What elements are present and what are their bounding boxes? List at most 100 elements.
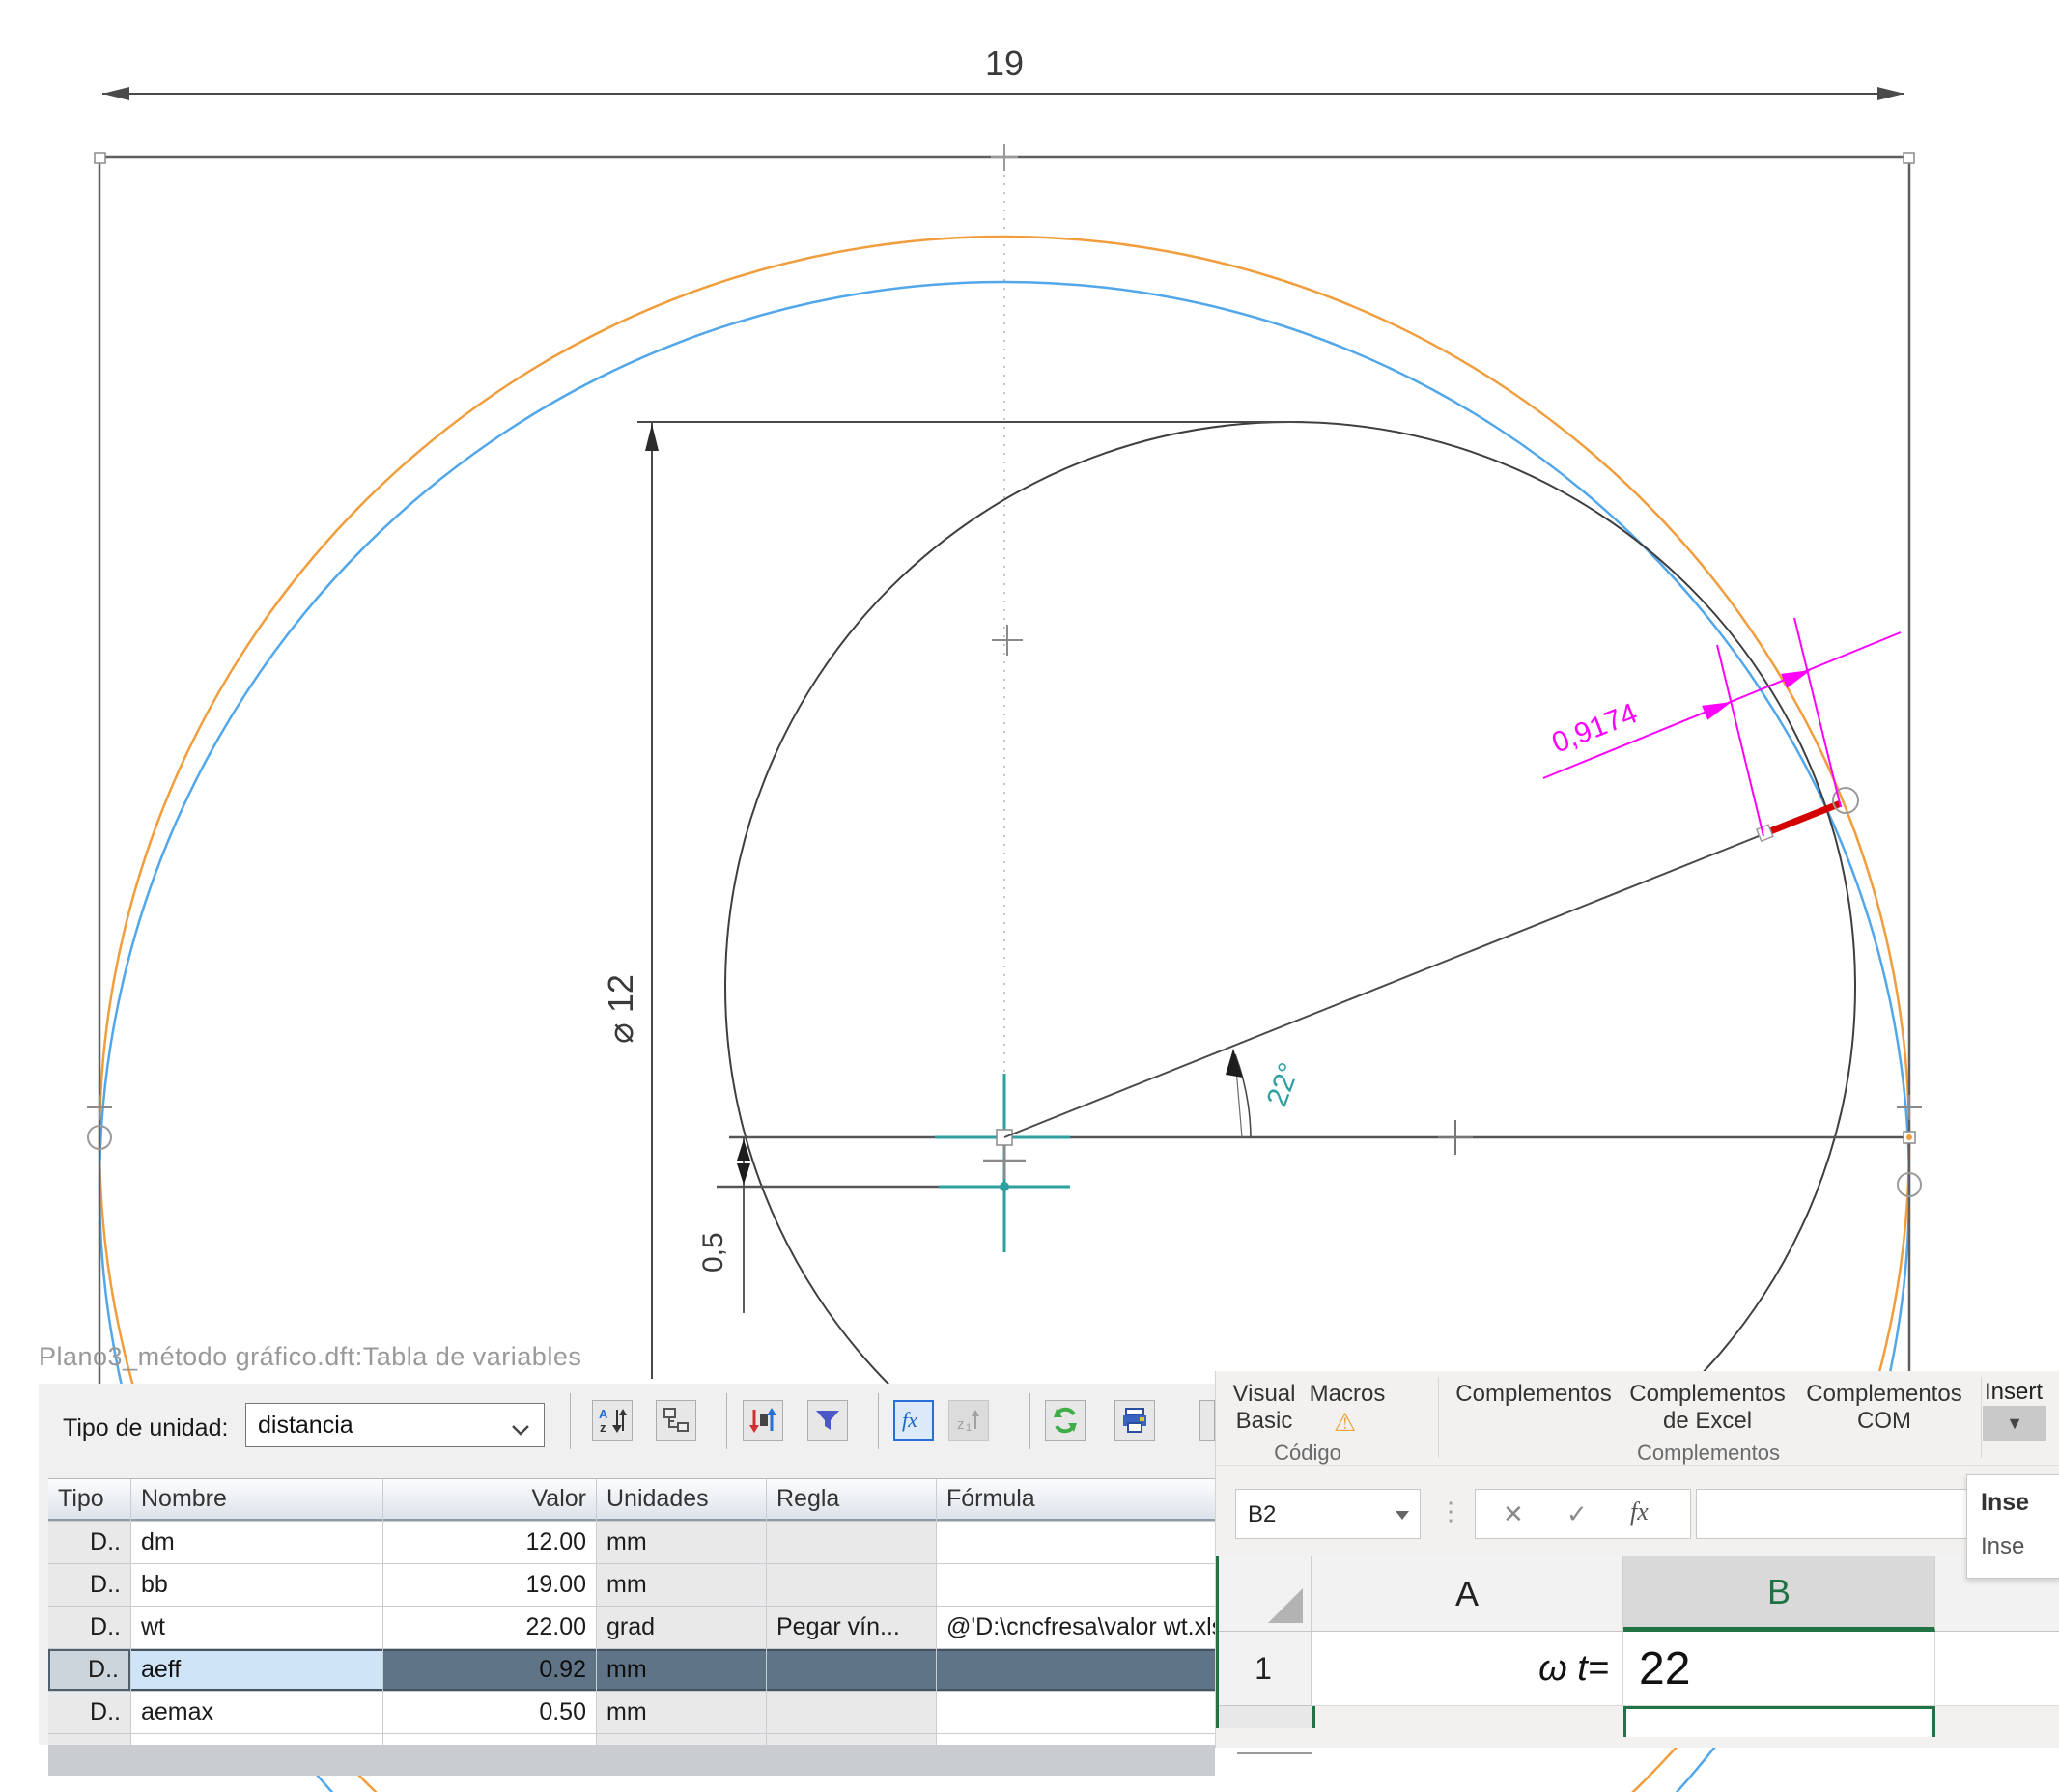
row-header-2-partial[interactable] [1216,1706,1315,1728]
cell-valor[interactable]: 22.00 [383,1607,596,1648]
cell-formula[interactable]: @'D:\cncfresa\valor wt.xlsm'!'Hoja1!F1C2… [937,1607,1215,1648]
col-header-nombre[interactable]: Nombre [131,1479,382,1521]
cell-tipo[interactable]: D.. [48,1692,130,1733]
cell-unidades[interactable]: mm [597,1564,766,1606]
sort-az-button[interactable]: A z [592,1400,633,1441]
axis-end-dot [1906,1134,1912,1140]
ribbon-complementos-excel-button[interactable]: Complementos de Excel [1622,1381,1793,1436]
cell-tipo-selected[interactable]: D.. [48,1649,130,1691]
chevron-down-icon [511,1415,530,1443]
cell-tipo[interactable]: D.. [48,1607,130,1648]
cell-b1[interactable]: 22 [1623,1632,1935,1706]
unit-type-dropdown[interactable]: distancia [245,1403,545,1447]
col-header-unidades[interactable]: Unidades [597,1479,766,1521]
col-header-valor[interactable]: Valor [383,1479,596,1521]
ribbon-separator [1438,1377,1439,1458]
cancel-button[interactable]: ✕ [1503,1499,1524,1529]
cell-regla-selected[interactable] [767,1649,936,1691]
cell-nombre[interactable]: aemax [131,1692,382,1733]
tree-view-icon [663,1408,689,1432]
col-header-tipo[interactable]: Tipo [48,1479,130,1521]
cell-valor[interactable]: 19.00 [383,1564,596,1606]
column-header-b-selected[interactable]: B [1623,1556,1935,1632]
print-button[interactable] [1114,1400,1155,1441]
toolbar-separator [726,1393,727,1449]
cell-regla[interactable] [767,1692,936,1733]
ribbon-insert-button[interactable]: Insert [1985,1379,2043,1406]
insert-dropdown-arrow[interactable]: ▼ [1983,1406,2046,1441]
enter-button[interactable]: ✓ [1566,1499,1588,1529]
cell-nombre-selected[interactable]: aeff [131,1649,382,1691]
frame-handle-topmid[interactable] [991,144,1018,171]
cell-formula[interactable] [937,1692,1215,1733]
insert-function-button[interactable]: fx [1630,1498,1649,1526]
cell-unidades[interactable]: mm [597,1522,766,1563]
cell-unidades[interactable]: mm [597,1692,766,1733]
print-icon [1123,1408,1146,1433]
cell-regla[interactable] [767,1564,936,1606]
dimension-offset-05[interactable]: 0,5 [697,1137,750,1313]
unit-type-value: distancia [258,1412,353,1439]
refresh-button[interactable] [1045,1400,1086,1441]
name-box-arrow-icon[interactable] [1395,1509,1410,1521]
cell-c1[interactable] [1935,1632,2059,1706]
flyout-item-2[interactable]: Inse [1981,1533,2024,1560]
formula-fx-button[interactable]: fx [893,1400,934,1441]
sort-value-icon: z 1 [957,1410,979,1434]
cell-nombre[interactable]: wt [131,1607,382,1648]
cell-unidades[interactable]: grad [597,1607,766,1648]
ribbon-macros-button[interactable]: Macros [1309,1381,1386,1408]
cell-a1[interactable]: ω t= [1312,1632,1623,1706]
svg-text:fx: fx [902,1408,917,1432]
flyout-item-1[interactable]: Inse [1981,1489,2029,1517]
cell-valor[interactable]: 12.00 [383,1522,596,1563]
empty-row [597,1734,766,1745]
insert-flyout-menu: Inse Inse [1966,1474,2059,1579]
cell-formula[interactable] [937,1564,1215,1606]
variables-toolbar: Tipo de unidad: distancia A z fx z 1 [39,1384,1215,1478]
frame-tick-right [1897,1095,1922,1120]
dim-offset-label: 0,5 [697,1232,729,1273]
cell-nombre[interactable]: dm [131,1522,382,1563]
cell-formula[interactable] [937,1522,1215,1563]
clipped-button[interactable] [1199,1400,1215,1441]
col-header-formula[interactable]: Fórmula [937,1479,1215,1521]
row-header-1[interactable]: 1 [1216,1632,1312,1706]
cell-valor[interactable]: 0.50 [383,1692,596,1733]
select-all-corner[interactable] [1216,1556,1312,1632]
cell-tipo[interactable]: D.. [48,1522,130,1563]
cell-regla[interactable] [767,1522,936,1563]
cell-nombre[interactable]: bb [131,1564,382,1606]
dimension-effective-09174[interactable]: 0,9174 [1542,617,1902,837]
empty-row [383,1734,596,1745]
name-box-value: B2 [1248,1501,1277,1527]
ribbon-complementos-button[interactable]: Complementos [1448,1381,1620,1408]
frame-handle-topright[interactable] [1903,152,1915,164]
cell-valor-selected[interactable]: 0.92 [383,1649,596,1691]
empty-row [48,1734,130,1745]
tree-view-button[interactable] [656,1400,696,1441]
dimension-width-19[interactable]: 19 [102,43,1904,100]
ribbon-visual-basic-button[interactable]: Visual Basic [1220,1381,1309,1436]
dimension-angle-22[interactable]: 22° [1226,1049,1307,1138]
col-header-regla[interactable]: Regla [767,1479,936,1521]
cell-regla[interactable]: Pegar vín... [767,1607,936,1648]
frame-handle-topleft[interactable] [94,152,106,164]
column-header-a[interactable]: A [1312,1556,1623,1632]
svg-text:z: z [957,1416,965,1433]
unit-type-label: Tipo de unidad: [63,1414,229,1442]
reorder-button[interactable] [743,1400,783,1441]
name-box[interactable]: B2 [1235,1489,1421,1539]
filter-button[interactable] [807,1400,848,1441]
dim-angle-label: 22° [1261,1058,1307,1110]
formula-bar-input[interactable] [1696,1489,1986,1539]
sort-az-icon: A z [599,1407,627,1435]
dim-width-label: 19 [985,43,1024,83]
ribbon-complementos-com-button[interactable]: Complementos COM [1797,1381,1971,1436]
cell-tipo[interactable]: D.. [48,1564,130,1606]
cell-unidades-selected[interactable]: mm [597,1649,766,1691]
segment-start-handle[interactable] [1755,824,1774,843]
cell-b2-selected[interactable] [1623,1706,1935,1737]
cell-formula-selected[interactable] [937,1649,1215,1691]
separator-dots: ⋮ [1438,1497,1463,1526]
